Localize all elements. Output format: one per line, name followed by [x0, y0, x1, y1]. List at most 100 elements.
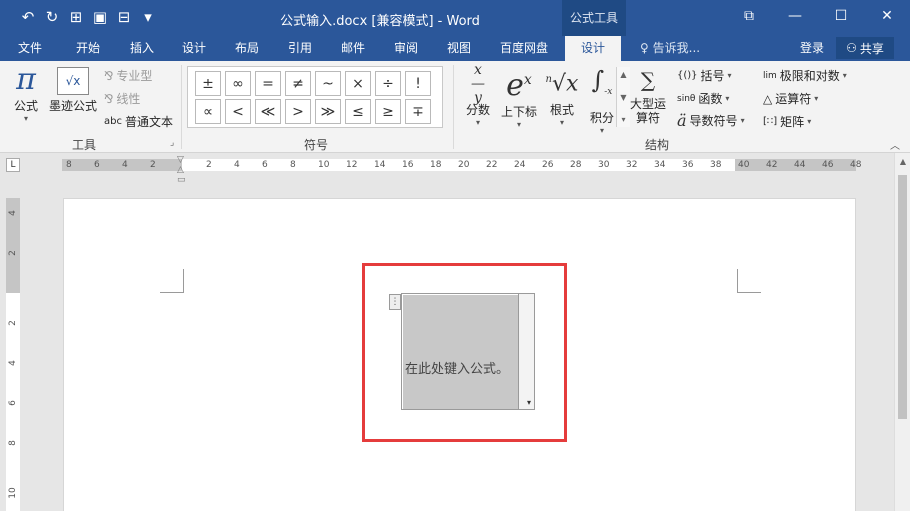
linear-label: 线性 — [116, 92, 141, 106]
crop-mark-left — [160, 269, 184, 293]
large-operator-button[interactable]: ∑ 大型运算符 — [624, 63, 672, 125]
close-icon[interactable]: ✕ — [864, 0, 910, 32]
professional-label: 专业型 — [116, 69, 153, 83]
symbol-button[interactable]: > — [285, 99, 311, 124]
tab-layout[interactable]: 布局 — [235, 39, 259, 56]
vruler-tick-label: 2 — [8, 250, 18, 256]
equation-button[interactable]: π 公式 ▾ — [10, 63, 42, 124]
tab-equation-design[interactable]: 设计 — [565, 36, 622, 61]
linear-icon: ⅋ — [104, 91, 114, 106]
crop-mark-right — [737, 269, 761, 293]
symbol-button[interactable]: < — [225, 99, 251, 124]
operator-button[interactable]: △ 运算符 ▾ — [763, 90, 818, 107]
normal-text-label: 普通文本 — [124, 115, 173, 129]
symbol-button[interactable]: × — [345, 71, 371, 96]
symbol-button[interactable]: ± — [195, 71, 221, 96]
symbol-button[interactable]: ∝ — [195, 99, 221, 124]
radical-label: 根式 — [549, 103, 574, 118]
radical-button[interactable]: n√x 根式 ▾ — [545, 63, 579, 127]
tell-me-search[interactable]: ♀ 告诉我... — [640, 39, 700, 56]
vertical-ruler[interactable]: 4 2 2 4 6 8 10 — [6, 198, 20, 511]
tab-view[interactable]: 视图 — [447, 39, 471, 56]
function-label: 函数 — [698, 92, 723, 106]
symbol-button[interactable]: ≥ — [375, 99, 401, 124]
ribbon-display-icon[interactable]: ⧉ — [726, 0, 772, 32]
title-bar: ↶ ↻ ⊞ ▣ ⊟ ▾ 公式输入.docx [兼容模式] - Word 公式工具… — [0, 0, 910, 36]
symbol-button[interactable]: ∞ — [225, 71, 251, 96]
symbol-button[interactable]: ~ — [315, 71, 341, 96]
linear-button[interactable]: ⅋ 线性 — [104, 90, 140, 107]
share-button[interactable]: ⚇ 共享 — [836, 37, 894, 59]
login-link[interactable]: 登录 — [800, 39, 824, 56]
lightbulb-icon: ♀ — [640, 41, 649, 55]
script-button[interactable]: ex 上下标 ▾ — [499, 63, 539, 130]
tab-insert[interactable]: 插入 — [130, 39, 154, 56]
ruler-tick-label: 42 — [766, 160, 778, 170]
scrollbar-thumb[interactable] — [898, 175, 907, 419]
tab-references[interactable]: 引用 — [288, 39, 312, 56]
scroll-up-icon[interactable]: ▲ — [895, 157, 910, 166]
ink-equation-button[interactable]: √x 墨迹公式 — [48, 63, 98, 114]
ribbon-tab-bar: 文件 开始 插入 设计 布局 引用 邮件 审阅 视图 百度网盘 设计 ♀ 告诉我… — [0, 36, 910, 61]
ruler-tick-label: 20 — [458, 160, 470, 170]
chevron-down-icon: ▾ — [725, 94, 730, 103]
accent-button[interactable]: ä 导数符号 ▾ — [677, 111, 745, 130]
bracket-button[interactable]: {()} 括号 ▾ — [677, 67, 732, 84]
restore-icon[interactable]: ☐ — [818, 0, 864, 32]
vruler-tick-label: 10 — [8, 487, 18, 499]
normal-text-button[interactable]: abc 普通文本 — [104, 113, 173, 130]
chevron-down-icon: ▾ — [559, 118, 564, 128]
ruler-tick-label: 48 — [850, 160, 862, 170]
script-label: 上下标 — [500, 105, 537, 119]
symbol-button[interactable]: ≫ — [315, 99, 341, 124]
ruler-tick-label: 18 — [430, 160, 442, 170]
professional-button[interactable]: ⅋ 专业型 — [104, 67, 152, 84]
abc-icon: abc — [104, 116, 122, 127]
tab-review[interactable]: 审阅 — [394, 39, 418, 56]
symbol-button[interactable]: ! — [405, 71, 431, 96]
matrix-button[interactable]: [∷] 矩阵 ▾ — [763, 113, 811, 130]
ruler-tick-label: 4 — [234, 160, 240, 170]
limit-log-button[interactable]: lim 极限和对数 ▾ — [763, 67, 847, 84]
horizontal-ruler-area: 8 6 4 2 2 4 6 8 10 12 14 16 18 20 22 24 26 28 30 32 34 36 38 40… — [0, 153, 894, 175]
tab-design[interactable]: 设计 — [182, 39, 206, 56]
highlight-annotation-box — [362, 263, 567, 442]
share-label: 共享 — [859, 41, 884, 56]
ruler-tick-label: 22 — [486, 160, 498, 170]
professional-icon: ⅋ — [104, 68, 114, 83]
integral-button[interactable]: ∫-x 积分 ▾ — [585, 63, 619, 135]
function-button[interactable]: sinθ 函数 ▾ — [677, 90, 729, 107]
accent-icon: ä — [677, 111, 687, 130]
chevron-down-icon: ▾ — [727, 71, 732, 80]
symbol-button[interactable]: ≪ — [255, 99, 281, 124]
chevron-down-icon: ▾ — [23, 114, 28, 123]
indent-marker-icon[interactable]: ▽ △ ▭ — [177, 155, 186, 185]
ruler-tick-label: 36 — [682, 160, 694, 170]
vruler-tick-label: 4 — [8, 210, 18, 216]
matrix-icon: [∷] — [763, 116, 778, 127]
person-icon: ⚇ — [846, 41, 857, 55]
symbol-button[interactable]: ≤ — [345, 99, 371, 124]
tab-selector[interactable]: L — [6, 158, 20, 172]
ruler-tick-label: 46 — [822, 160, 834, 170]
tab-home[interactable]: 开始 — [76, 39, 100, 56]
chevron-down-icon: ▾ — [475, 118, 480, 127]
group-label-symbols: 符号 — [304, 138, 329, 152]
symbol-button[interactable]: ÷ — [375, 71, 401, 96]
collapse-ribbon-icon[interactable]: ︿ — [890, 137, 900, 152]
ruler-tick-label: 40 — [738, 160, 750, 170]
tab-file[interactable]: 文件 — [18, 39, 42, 56]
dialog-launcher-icon[interactable]: ⌟ — [170, 138, 174, 148]
symbol-button[interactable]: ∓ — [405, 99, 431, 124]
symbol-button[interactable]: ≠ — [285, 71, 311, 96]
minimize-icon[interactable]: — — [772, 0, 818, 32]
tab-mailings[interactable]: 邮件 — [341, 39, 365, 56]
chevron-down-icon: ▾ — [842, 71, 847, 80]
symbol-button[interactable]: = — [255, 71, 281, 96]
tab-baidu[interactable]: 百度网盘 — [500, 39, 548, 56]
group-separator — [453, 65, 454, 149]
fraction-button[interactable]: x — y 分数 ▾ — [463, 63, 493, 127]
vertical-scrollbar[interactable]: ▲ — [894, 153, 910, 511]
ruler-tick-label: 4 — [122, 160, 128, 170]
ink-equation-icon: √x — [57, 67, 89, 95]
